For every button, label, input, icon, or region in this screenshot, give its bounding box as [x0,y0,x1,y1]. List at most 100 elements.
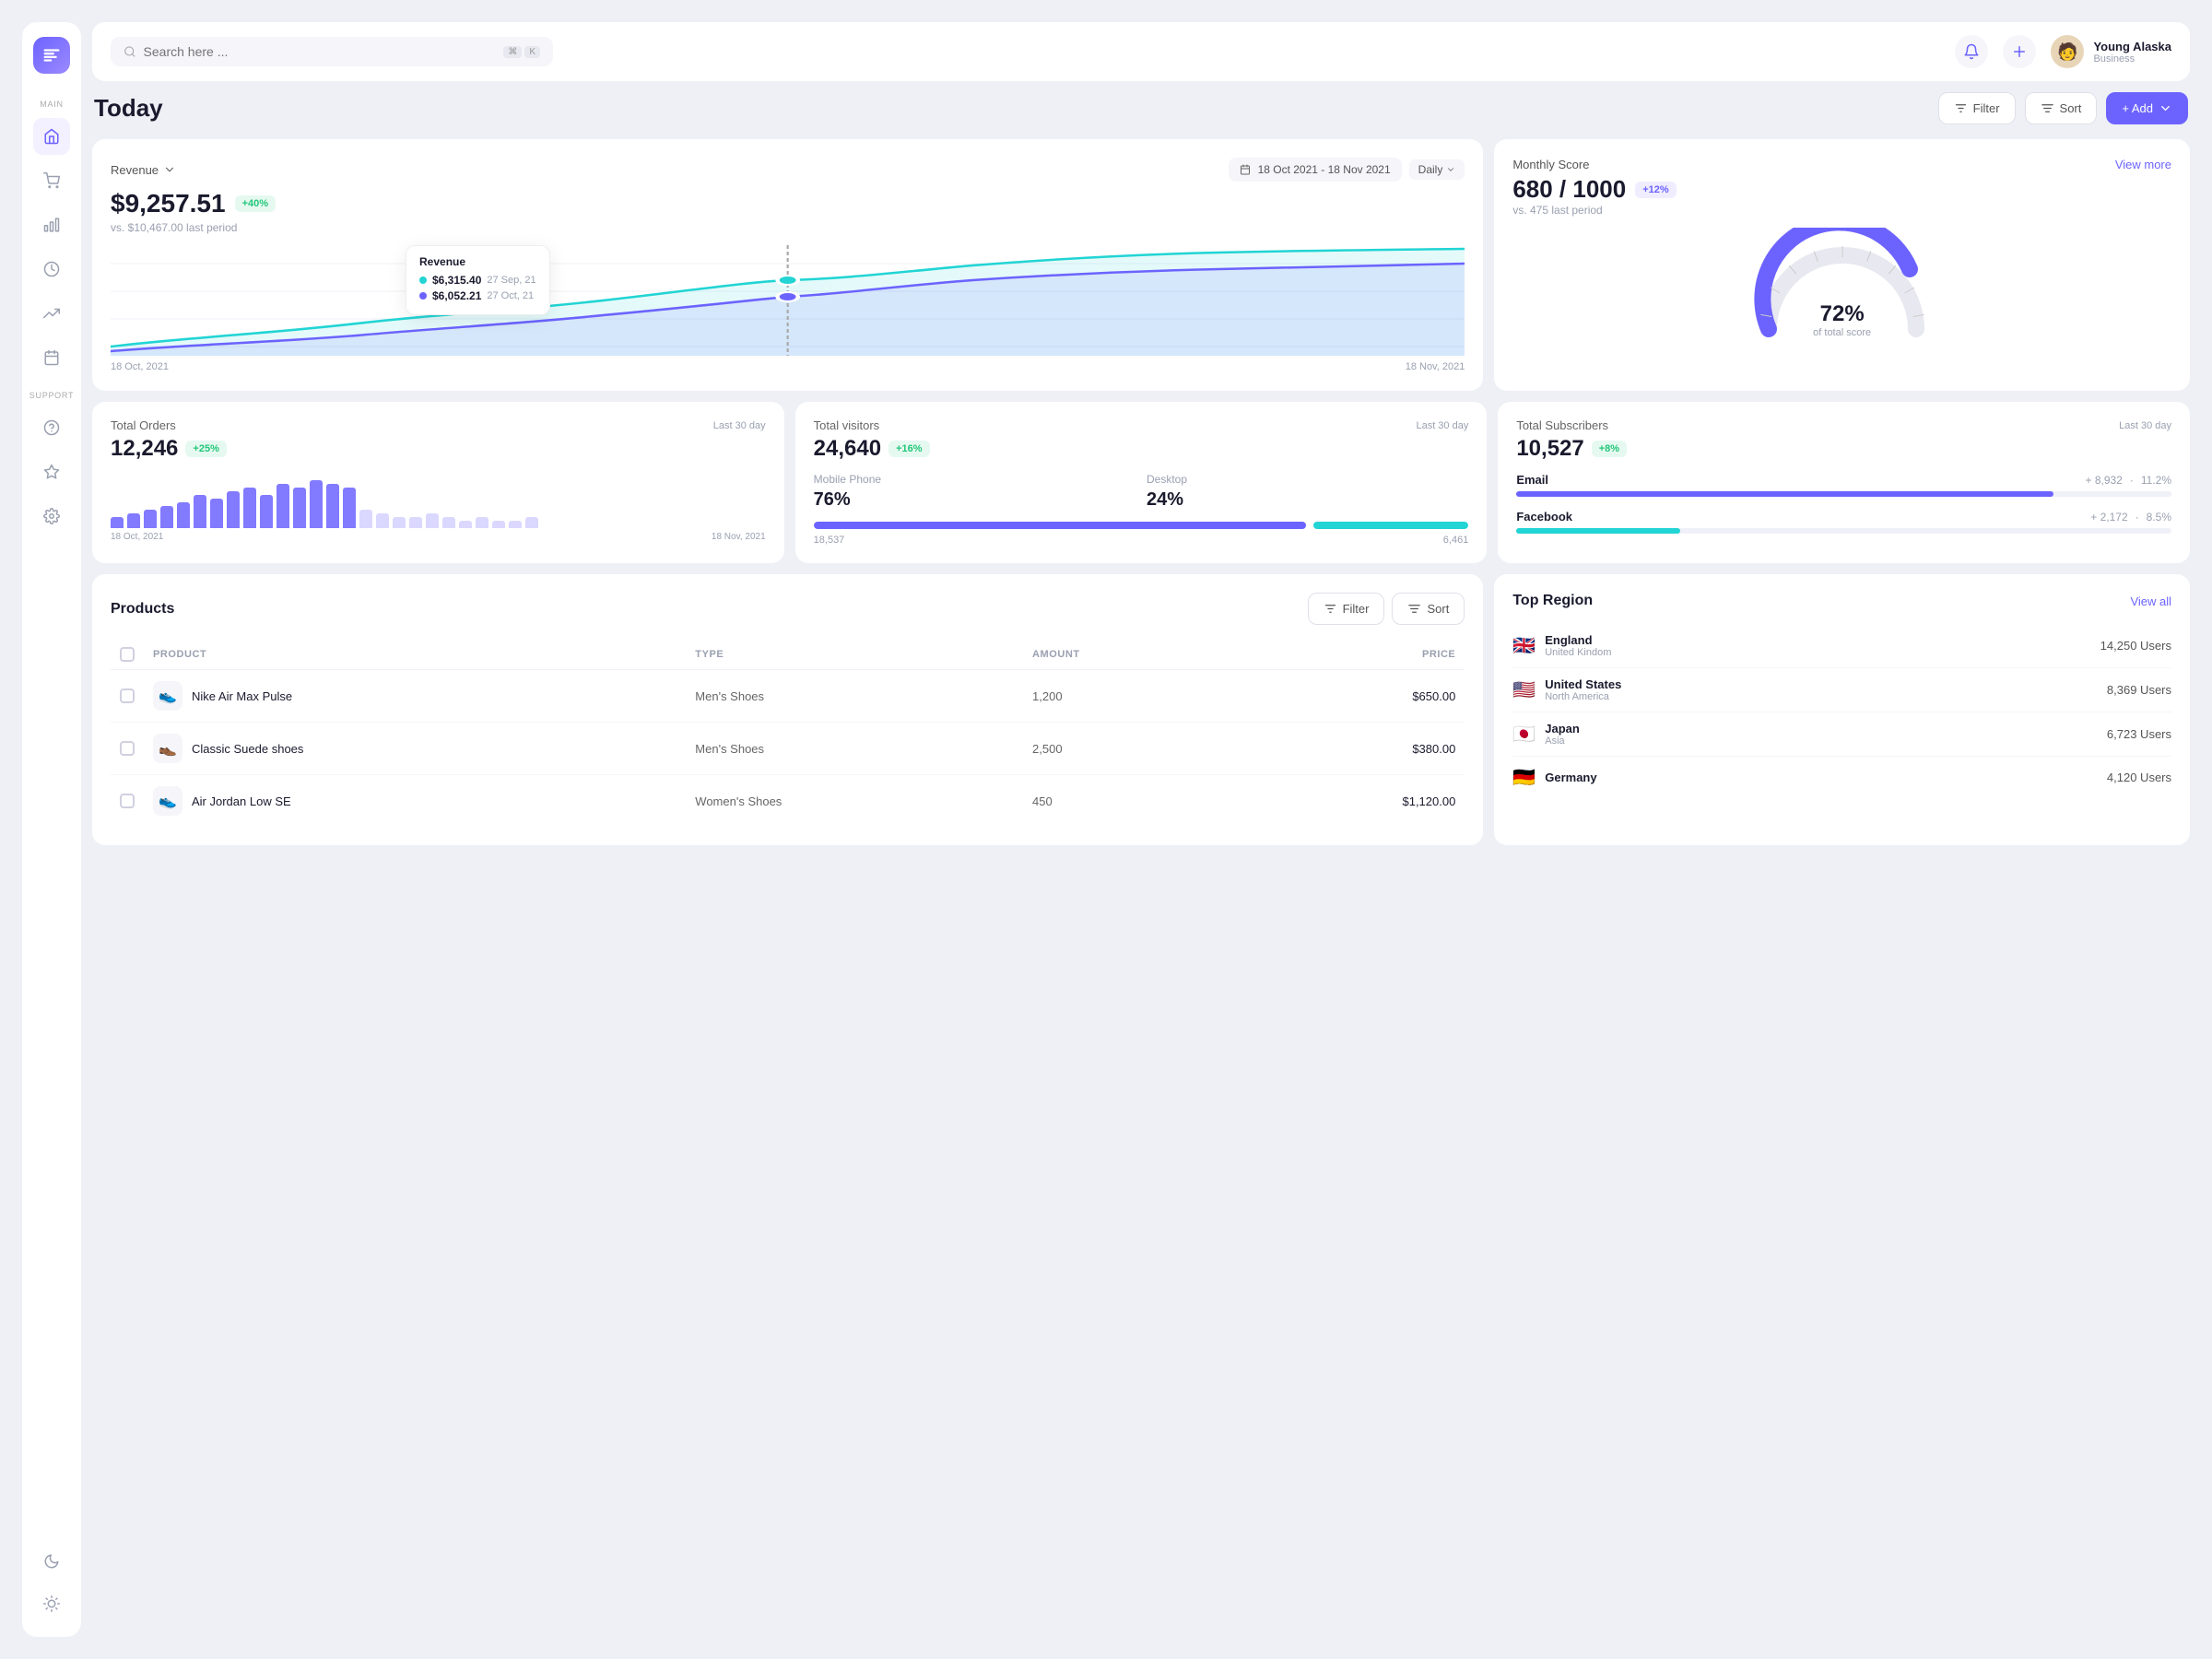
product-amount: 450 [1023,775,1235,828]
table-row[interactable]: 👟 Air Jordan Low SE Women's Shoes 450 $1… [111,775,1465,828]
orders-chart-dates: 18 Oct, 2021 18 Nov, 2021 [111,532,766,542]
date-range-button[interactable]: 18 Oct 2021 - 18 Nov 2021 [1229,158,1402,182]
sidebar-item-settings[interactable] [33,498,70,535]
revenue-chart-dates: 18 Oct, 2021 18 Nov, 2021 [111,361,1465,372]
calendar-icon [1240,164,1251,175]
bell-icon [1963,43,1980,60]
row-checkbox[interactable] [120,794,135,808]
row-checkbox[interactable] [120,688,135,703]
region-users: 4,120 Users [2107,771,2171,784]
region-item[interactable]: 🇯🇵 Japan Asia 6,723 Users [1512,712,2171,757]
region-item[interactable]: 🇩🇪 Germany 4,120 Users [1512,757,2171,798]
region-name: United States [1545,677,1621,691]
products-table: PRODUCT TYPE AMOUNT PRICE 👟 Nike Air Max… [111,640,1465,827]
region-flag: 🇩🇪 [1512,766,1535,789]
score-label: Monthly Score [1512,158,1589,171]
region-item[interactable]: 🇬🇧 England United Kindom 14,250 Users [1512,624,2171,668]
topbar-right: 🧑 Young Alaska Business [1955,35,2171,68]
user-info[interactable]: 🧑 Young Alaska Business [2051,35,2171,68]
view-more-link[interactable]: View more [2115,158,2171,171]
table-row[interactable]: 👟 Nike Air Max Pulse Men's Shoes 1,200 $… [111,670,1465,723]
region-title: Top Region [1512,593,1593,609]
sidebar-item-calendar[interactable] [33,339,70,376]
revenue-label[interactable]: Revenue [111,163,176,177]
email-sub-stats: + 8,932 · 11.2% [2085,474,2171,487]
table-row[interactable]: 👞 Classic Suede shoes Men's Shoes 2,500 … [111,723,1465,775]
gauge-percent: 72% [1813,301,1871,327]
order-bar [525,517,538,528]
sidebar-item-magic[interactable] [33,453,70,490]
visitors-value: 24,640 +16% [814,436,1469,462]
search-container[interactable]: ⌘ K [111,37,553,66]
region-item[interactable]: 🇺🇸 United States North America 8,369 Use… [1512,668,2171,712]
row-checkbox[interactable] [120,741,135,756]
tooltip-row-2: $6,052.21 27 Oct, 21 [419,289,536,302]
product-name: Nike Air Max Pulse [192,689,292,703]
revenue-badge: +40% [235,195,276,212]
sort-icon [2041,101,2054,115]
tooltip-val-1: $6,315.40 [432,274,481,287]
product-type: Men's Shoes [686,723,1023,775]
score-value: 680 / 1000 +12% [1512,175,2171,204]
order-bar [227,491,240,528]
order-bar [111,517,124,528]
select-all-checkbox[interactable] [120,647,135,662]
order-bar [210,499,223,528]
product-cell: 👞 Classic Suede shoes [153,734,677,763]
products-sort-button[interactable]: Sort [1392,593,1465,625]
order-bar [343,488,356,528]
sidebar-item-home[interactable] [33,118,70,155]
facebook-bar-fill [1516,528,1680,534]
region-name: Germany [1545,771,1596,784]
filter-button[interactable]: Filter [1938,92,2016,124]
order-bar [459,521,472,528]
sidebar-item-chart[interactable] [33,206,70,243]
total-subscribers-card: Total Subscribers Last 30 day 10,527 +8%… [1498,402,2190,563]
desktop-bar [1313,522,1469,529]
app-logo [33,37,70,74]
add-button[interactable] [2003,35,2036,68]
sidebar-item-moon[interactable] [33,1543,70,1580]
region-users: 6,723 Users [2107,727,2171,741]
gauge-text: 72% of total score [1813,301,1871,338]
dashboard: Today Filter Sort + Add [92,92,2190,1637]
search-input[interactable] [144,44,497,59]
sidebar-item-trend[interactable] [33,295,70,332]
visitor-bar-chart [814,522,1469,529]
region-left: 🇺🇸 United States North America [1512,677,1621,702]
order-bar [260,495,273,528]
sort-button[interactable]: Sort [2025,92,2098,124]
header-actions: Filter Sort + Add [1938,92,2188,124]
sidebar-item-cart[interactable] [33,162,70,199]
product-image: 👟 [153,681,182,711]
period-select[interactable]: Daily [1409,159,1465,180]
order-bar [476,517,488,528]
order-bar [393,517,406,528]
sidebar-item-help[interactable] [33,409,70,446]
products-filter-button[interactable]: Filter [1308,593,1385,625]
chevron-down-icon [163,163,176,176]
top-region-card: Top Region View all 🇬🇧 England United Ki… [1494,574,2190,845]
revenue-chart: Revenue $6,315.40 27 Sep, 21 $6,052.21 2… [111,245,1465,356]
view-all-link[interactable]: View all [2130,594,2171,608]
sidebar: MAIN SUPPORT [22,22,81,1637]
subscribers-label: Total Subscribers [1516,418,1608,432]
filter-icon [1954,101,1968,115]
order-bar [310,480,323,528]
facebook-sub-item: Facebook + 2,172 · 8.5% [1516,510,2171,534]
subscribers-badge: +8% [1592,441,1627,457]
add-new-button[interactable]: + Add [2106,92,2188,124]
sidebar-item-sun[interactable] [33,1585,70,1622]
order-bar [426,513,439,528]
col-amount: AMOUNT [1023,640,1235,670]
order-bar [194,495,206,528]
notification-button[interactable] [1955,35,1988,68]
region-sub: Asia [1545,735,1580,747]
col-type: TYPE [686,640,1023,670]
stats-row: Total Orders Last 30 day 12,246 +25% 18 … [92,402,2190,563]
product-name: Air Jordan Low SE [192,794,291,808]
chevron-down-icon [2159,101,2172,115]
sidebar-item-clock[interactable] [33,251,70,288]
monthly-score-card: Monthly Score View more 680 / 1000 +12% … [1494,139,2190,391]
search-shortcut: ⌘ K [503,46,540,58]
